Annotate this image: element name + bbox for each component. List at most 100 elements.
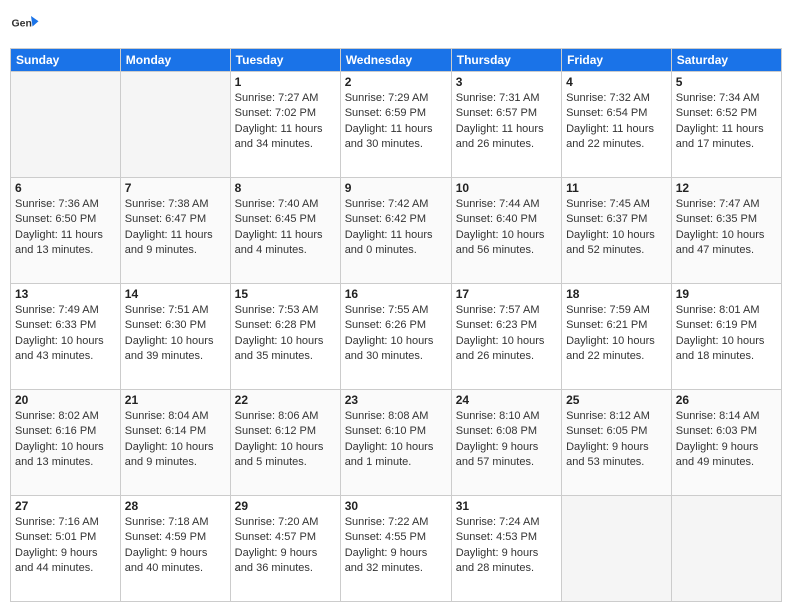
day-cell: 26 Sunrise: 8:14 AMSunset: 6:03 PMDayligh… — [671, 390, 781, 496]
day-info: Sunrise: 7:47 AMSunset: 6:35 PMDaylight:… — [676, 197, 777, 259]
day-info: Sunrise: 7:51 AMSunset: 6:30 PMDaylight:… — [125, 303, 226, 365]
day-number: 7 — [125, 181, 226, 195]
week-row-3: 13Sunrise: 7:49 AMSunset: 6:33 PMDayligh… — [11, 284, 782, 390]
day-info: Sunrise: 7:36 AMSunset: 6:50 PMDaylight:… — [15, 197, 116, 259]
svg-text:Gen: Gen — [12, 18, 32, 30]
day-cell: 20Sunrise: 8:02 AMSunset: 6:16 PMDayligh… — [11, 390, 121, 496]
weekday-header-wednesday: Wednesday — [340, 49, 451, 72]
day-number: 23 — [345, 393, 447, 407]
day-info: Sunrise: 7:34 AMSunset: 6:52 PMDaylight:… — [676, 91, 777, 153]
day-info: Sunrise: 7:38 AMSunset: 6:47 PMDaylight:… — [125, 197, 226, 259]
day-number: 16 — [345, 287, 447, 301]
day-info: Sunrise: 7:53 AMSunset: 6:28 PMDaylight:… — [235, 303, 336, 365]
day-number: 29 — [235, 499, 336, 513]
day-cell: 7 Sunrise: 7:38 AMSunset: 6:47 PMDaylight… — [120, 178, 230, 284]
day-cell: 31 Sunrise: 7:24 AMSunset: 4:53 PMDayligh… — [451, 496, 561, 602]
day-cell: 12 Sunrise: 7:47 AMSunset: 6:35 PMDayligh… — [671, 178, 781, 284]
day-cell: 27 Sunrise: 7:16 AMSunset: 5:01 PMDayligh… — [11, 496, 121, 602]
day-number: 14 — [125, 287, 226, 301]
day-cell: 6Sunrise: 7:36 AMSunset: 6:50 PMDaylight… — [11, 178, 121, 284]
day-info: Sunrise: 8:04 AMSunset: 6:14 PMDaylight:… — [125, 409, 226, 471]
day-info: Sunrise: 7:16 AMSunset: 5:01 PMDaylight:… — [15, 515, 116, 577]
day-number: 2 — [345, 75, 447, 89]
day-number: 17 — [456, 287, 557, 301]
day-cell — [671, 496, 781, 602]
day-cell: 28 Sunrise: 7:18 AMSunset: 4:59 PMDayligh… — [120, 496, 230, 602]
day-number: 9 — [345, 181, 447, 195]
day-info: Sunrise: 7:55 AMSunset: 6:26 PMDaylight:… — [345, 303, 447, 365]
week-row-4: 20Sunrise: 8:02 AMSunset: 6:16 PMDayligh… — [11, 390, 782, 496]
day-number: 18 — [566, 287, 667, 301]
logo: Gen — [10, 10, 44, 40]
day-cell: 10 Sunrise: 7:44 AMSunset: 6:40 PMDayligh… — [451, 178, 561, 284]
day-info: Sunrise: 7:20 AMSunset: 4:57 PMDaylight:… — [235, 515, 336, 577]
day-info: Sunrise: 8:06 AMSunset: 6:12 PMDaylight:… — [235, 409, 336, 471]
day-info: Sunrise: 7:59 AMSunset: 6:21 PMDaylight:… — [566, 303, 667, 365]
day-cell: 17Sunrise: 7:57 AMSunset: 6:23 PMDayligh… — [451, 284, 561, 390]
day-cell: 25 Sunrise: 8:12 AMSunset: 6:05 PMDayligh… — [562, 390, 672, 496]
day-info: Sunrise: 7:44 AMSunset: 6:40 PMDaylight:… — [456, 197, 557, 259]
day-cell: 18 Sunrise: 7:59 AMSunset: 6:21 PMDayligh… — [562, 284, 672, 390]
day-number: 24 — [456, 393, 557, 407]
day-cell: 11 Sunrise: 7:45 AMSunset: 6:37 PMDayligh… — [562, 178, 672, 284]
day-number: 11 — [566, 181, 667, 195]
day-cell: 5 Sunrise: 7:34 AMSunset: 6:52 PMDaylight… — [671, 72, 781, 178]
calendar-table: SundayMondayTuesdayWednesdayThursdayFrid… — [10, 48, 782, 602]
day-info: Sunrise: 7:31 AMSunset: 6:57 PMDaylight:… — [456, 91, 557, 153]
day-number: 30 — [345, 499, 447, 513]
page: Gen SundayMondayTuesdayWednesdayThursday… — [0, 0, 792, 612]
weekday-header-sunday: Sunday — [11, 49, 121, 72]
day-number: 26 — [676, 393, 777, 407]
day-number: 19 — [676, 287, 777, 301]
day-cell: 2Sunrise: 7:29 AMSunset: 6:59 PMDaylight… — [340, 72, 451, 178]
day-info: Sunrise: 7:40 AMSunset: 6:45 PMDaylight:… — [235, 197, 336, 259]
day-number: 5 — [676, 75, 777, 89]
weekday-header-friday: Friday — [562, 49, 672, 72]
week-row-2: 6Sunrise: 7:36 AMSunset: 6:50 PMDaylight… — [11, 178, 782, 284]
day-cell: 1Sunrise: 7:27 AMSunset: 7:02 PMDaylight… — [230, 72, 340, 178]
header: Gen — [10, 10, 782, 40]
day-info: Sunrise: 8:08 AMSunset: 6:10 PMDaylight:… — [345, 409, 447, 471]
day-number: 10 — [456, 181, 557, 195]
day-info: Sunrise: 7:24 AMSunset: 4:53 PMDaylight:… — [456, 515, 557, 577]
day-cell: 15 Sunrise: 7:53 AMSunset: 6:28 PMDayligh… — [230, 284, 340, 390]
day-number: 8 — [235, 181, 336, 195]
day-cell — [120, 72, 230, 178]
day-cell: 13Sunrise: 7:49 AMSunset: 6:33 PMDayligh… — [11, 284, 121, 390]
day-info: Sunrise: 7:32 AMSunset: 6:54 PMDaylight:… — [566, 91, 667, 153]
day-cell: 21Sunrise: 8:04 AMSunset: 6:14 PMDayligh… — [120, 390, 230, 496]
day-info: Sunrise: 8:12 AMSunset: 6:05 PMDaylight:… — [566, 409, 667, 471]
weekday-header-thursday: Thursday — [451, 49, 561, 72]
day-number: 12 — [676, 181, 777, 195]
day-cell — [11, 72, 121, 178]
weekday-header-tuesday: Tuesday — [230, 49, 340, 72]
day-info: Sunrise: 7:42 AMSunset: 6:42 PMDaylight:… — [345, 197, 447, 259]
day-cell: 3 Sunrise: 7:31 AMSunset: 6:57 PMDaylight… — [451, 72, 561, 178]
day-cell: 24 Sunrise: 8:10 AMSunset: 6:08 PMDayligh… — [451, 390, 561, 496]
day-cell: 22Sunrise: 8:06 AMSunset: 6:12 PMDayligh… — [230, 390, 340, 496]
day-cell: 29 Sunrise: 7:20 AMSunset: 4:57 PMDayligh… — [230, 496, 340, 602]
weekday-header-monday: Monday — [120, 49, 230, 72]
day-number: 25 — [566, 393, 667, 407]
day-number: 20 — [15, 393, 116, 407]
day-cell: 30Sunrise: 7:22 AMSunset: 4:55 PMDayligh… — [340, 496, 451, 602]
day-cell: 9 Sunrise: 7:42 AMSunset: 6:42 PMDaylight… — [340, 178, 451, 284]
weekday-header-saturday: Saturday — [671, 49, 781, 72]
day-cell: 14 Sunrise: 7:51 AMSunset: 6:30 PMDayligh… — [120, 284, 230, 390]
day-info: Sunrise: 8:10 AMSunset: 6:08 PMDaylight:… — [456, 409, 557, 471]
day-cell: 4Sunrise: 7:32 AMSunset: 6:54 PMDaylight… — [562, 72, 672, 178]
day-info: Sunrise: 8:14 AMSunset: 6:03 PMDaylight:… — [676, 409, 777, 471]
week-row-1: 1Sunrise: 7:27 AMSunset: 7:02 PMDaylight… — [11, 72, 782, 178]
day-number: 27 — [15, 499, 116, 513]
weekday-header-row: SundayMondayTuesdayWednesdayThursdayFrid… — [11, 49, 782, 72]
day-cell: 16 Sunrise: 7:55 AMSunset: 6:26 PMDayligh… — [340, 284, 451, 390]
day-number: 1 — [235, 75, 336, 89]
day-number: 3 — [456, 75, 557, 89]
day-cell — [562, 496, 672, 602]
day-cell: 23 Sunrise: 8:08 AMSunset: 6:10 PMDayligh… — [340, 390, 451, 496]
day-number: 15 — [235, 287, 336, 301]
day-number: 31 — [456, 499, 557, 513]
day-info: Sunrise: 7:45 AMSunset: 6:37 PMDaylight:… — [566, 197, 667, 259]
day-number: 28 — [125, 499, 226, 513]
day-info: Sunrise: 7:18 AMSunset: 4:59 PMDaylight:… — [125, 515, 226, 577]
